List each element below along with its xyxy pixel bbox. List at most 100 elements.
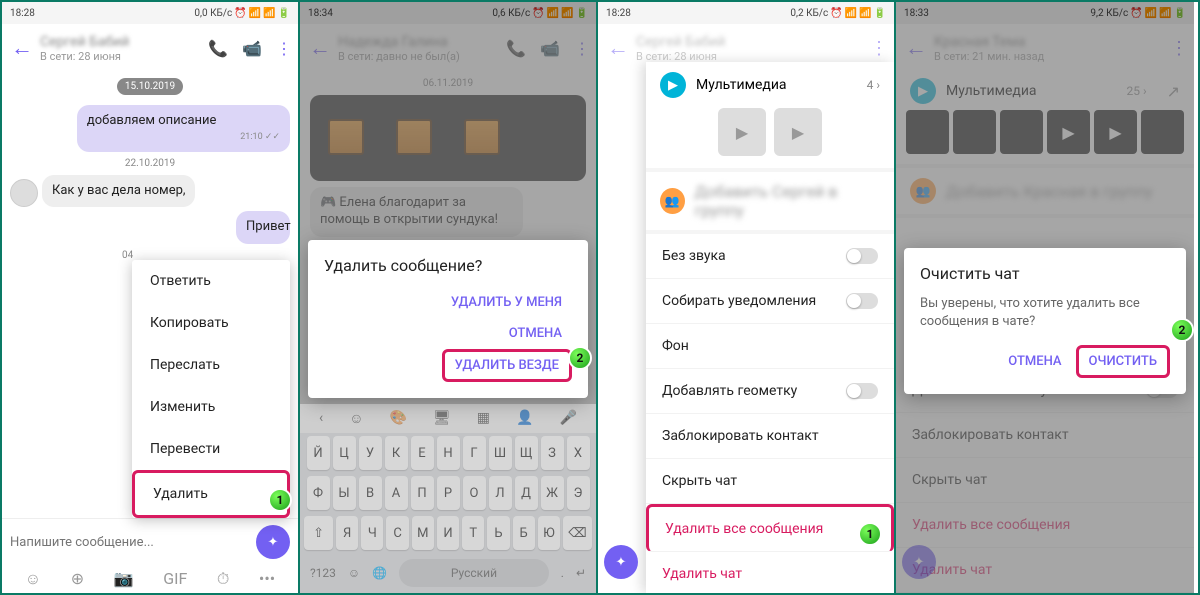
clear-button[interactable]: ОЧИСТИТЬ [1076,345,1170,378]
date-text: 22.10.2019 [2,158,298,169]
delete-for-me-button[interactable]: УДАЛИТЬ У МЕНЯ [441,287,572,318]
media-row[interactable]: ▶ Мультимедиа 4 › [646,62,894,108]
key-Н[interactable]: Н [437,436,460,470]
key-Ф[interactable]: Ф [307,476,330,510]
key-Т[interactable]: Т [462,516,484,550]
key-К[interactable]: К [385,436,408,470]
emoji-icon[interactable]: ☺ [349,410,363,427]
message-input[interactable] [10,535,246,550]
key-Ю[interactable]: Ю [538,516,560,550]
globe-key[interactable]: 🌐 [372,566,387,580]
key-Ц[interactable]: Ц [333,436,356,470]
send-button[interactable]: ✦ [604,545,638,579]
toggle[interactable] [846,248,878,264]
keyboard: ЙЦУКЕНГШЩЗХ ФЫВАПРОЛДЖЭ ⇧ЯЧСМИТЬБЮ⌫ ?123… [300,433,596,593]
key-Л[interactable]: Л [489,476,512,510]
menu-edit[interactable]: Изменить [132,386,290,428]
date-chip: 15.10.2019 [117,78,183,95]
message-out[interactable]: Привет [236,211,290,244]
chat-header: ← Сергей Бабий В сети: 28 июня 📞 📹 ⋮ [2,24,298,72]
avatar[interactable] [10,179,38,207]
key-Б[interactable]: Б [513,516,535,550]
cancel-button[interactable]: ОТМЕНА [998,346,1071,377]
key-Г[interactable]: Г [463,436,486,470]
mic-icon[interactable]: 🎤 [560,410,577,427]
setting-collect[interactable]: Собирать уведомления [646,279,894,324]
send-button[interactable]: ✦ [256,525,290,559]
key-Э[interactable]: Э [567,476,590,510]
key-Ж[interactable]: Ж [541,476,564,510]
period-key[interactable]: . [561,566,564,580]
shift-key[interactable]: ⇧ [304,516,333,550]
palette-icon[interactable]: 🎨 [390,410,407,427]
pane-4-clear-dialog: 18:33 9,2 КБ/с⏰📶📶🔋 ← Красная ТемаВ сети:… [896,2,1194,593]
status-time: 18:28 [10,8,35,19]
add-to-group-row[interactable]: 👥 Добавить Сергей в группу [646,168,894,234]
numeric-key[interactable]: ?123 [310,566,336,580]
key-Щ[interactable]: Щ [515,436,538,470]
timer-icon[interactable]: ⏱ [217,569,229,589]
setting-delete-chat[interactable]: Удалить чат [646,552,894,593]
key-Д[interactable]: Д [515,476,538,510]
menu-reply[interactable]: Ответить [132,260,290,302]
key-С[interactable]: С [386,516,408,550]
contact-name-blurred: Сергей Бабий [636,34,870,50]
setting-delete-all[interactable]: Удалить все сообщения [646,504,894,552]
back-button[interactable]: ← [8,35,36,61]
toggle[interactable] [846,293,878,309]
media-thumb[interactable]: ▶ [774,108,822,156]
context-menu: Ответить Копировать Переслать Изменить П… [132,260,290,518]
last-seen: В сети: 28 июня [40,50,208,63]
media-thumb[interactable]: ▶ [718,108,766,156]
key-П[interactable]: П [411,476,434,510]
key-М[interactable]: М [412,516,434,550]
key-Ь[interactable]: Ь [487,516,509,550]
key-Р[interactable]: Р [437,476,460,510]
cancel-button[interactable]: ОТМЕНА [499,318,572,349]
more-icon[interactable]: ⋮ [870,38,888,59]
key-Ы[interactable]: Ы [333,476,356,510]
menu-forward[interactable]: Переслать [132,344,290,386]
grid-icon[interactable]: ▦ [477,410,490,427]
key-Х[interactable]: Х [567,436,590,470]
back-button[interactable]: ← [604,35,632,61]
toggle[interactable] [846,383,878,399]
message-in[interactable]: Как у вас дела номер, [42,175,195,208]
space-key[interactable]: Русский [399,559,549,587]
more-icon[interactable]: ⋮ [276,39,292,58]
attach-icon[interactable]: ⊕ [71,569,84,589]
chevron-icon[interactable]: ‹ [319,410,323,427]
key-Я[interactable]: Я [336,516,358,550]
menu-delete[interactable]: Удалить [132,470,290,518]
call-icon[interactable]: 📞 [208,39,228,58]
backspace-key[interactable]: ⌫ [563,516,592,550]
key-И[interactable]: И [437,516,459,550]
key-В[interactable]: В [359,476,382,510]
menu-translate[interactable]: Перевести [132,428,290,470]
monitor-icon[interactable]: 🖥 [433,410,451,427]
enter-key[interactable]: ↵ [576,566,586,580]
contact-icon[interactable]: 👤 [516,410,533,427]
key-З[interactable]: З [541,436,564,470]
menu-copy[interactable]: Копировать [132,302,290,344]
camera-icon[interactable]: 📷 [114,569,134,589]
gif-icon[interactable]: GIF [163,569,187,589]
key-Ш[interactable]: Ш [489,436,512,470]
delete-everywhere-button[interactable]: УДАЛИТЬ ВЕЗДЕ [442,349,572,382]
setting-mute[interactable]: Без звука [646,234,894,279]
message-out[interactable]: добавляем описание 21:10 ✓✓ [77,105,290,152]
setting-block[interactable]: Заблокировать контакт [646,414,894,459]
sticker-icon[interactable]: ☺ [25,569,41,589]
key-Е[interactable]: Е [411,436,434,470]
setting-hide[interactable]: Скрыть чат [646,459,894,504]
key-Й[interactable]: Й [307,436,330,470]
setting-geotag[interactable]: Добавлять геометку [646,369,894,414]
key-У[interactable]: У [359,436,382,470]
setting-background[interactable]: Фон [646,324,894,369]
key-Ч[interactable]: Ч [361,516,383,550]
key-А[interactable]: А [385,476,408,510]
more-icon[interactable]: ••• [259,569,275,589]
video-icon[interactable]: 📹 [242,39,262,58]
emoji-key[interactable]: ☺ [348,566,360,580]
key-О[interactable]: О [463,476,486,510]
